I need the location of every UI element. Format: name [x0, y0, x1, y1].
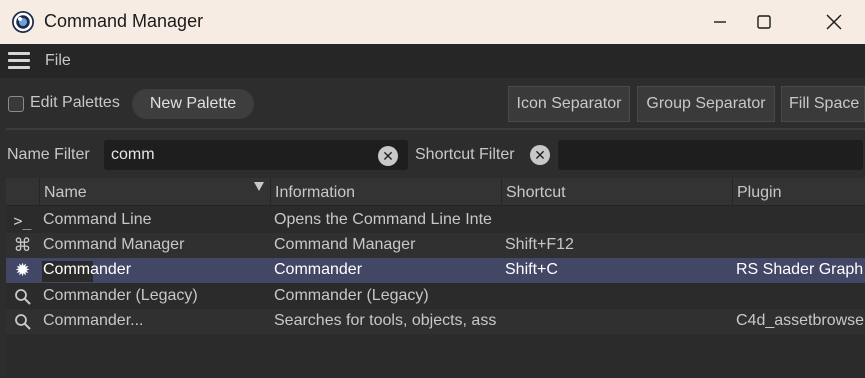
row-shortcut	[505, 284, 731, 309]
row-plugin	[736, 208, 865, 233]
icon-separator-button[interactable]: Icon Separator	[508, 86, 630, 122]
row-name: Command Manager	[43, 236, 185, 253]
shortcut-filter-label: Shortcut Filter	[415, 146, 515, 163]
column-header-plugin[interactable]: Plugin	[732, 178, 865, 206]
row-plugin	[736, 233, 865, 258]
sort-descending-icon	[254, 182, 264, 191]
row-shortcut	[505, 309, 731, 334]
toolbar-divider	[6, 128, 865, 130]
clear-icon[interactable]: ✕	[378, 146, 398, 166]
command-key-icon: ⌘	[13, 235, 32, 255]
row-shortcut	[505, 208, 731, 233]
fill-space-button[interactable]: Fill Space	[781, 86, 865, 122]
group-separator-button[interactable]: Group Separator	[637, 86, 775, 122]
cinema4d-icon	[11, 10, 35, 34]
row-name: Command Line	[43, 211, 152, 228]
row-information: Command Manager	[274, 236, 416, 253]
menu-bar	[0, 44, 865, 78]
column-header-name[interactable]: Name	[39, 178, 270, 206]
row-information: Commander	[274, 261, 363, 278]
minimize-icon	[714, 21, 726, 23]
name-filter-label: Name Filter	[7, 146, 90, 163]
row-information: Opens the Command Line Inte	[274, 211, 492, 228]
row-name: Commander (Legacy)	[43, 287, 198, 304]
row-shortcut: Shift+C	[505, 261, 558, 278]
row-shortcut: Shift+F12	[505, 236, 574, 253]
clear-icon[interactable]: ✕	[530, 145, 550, 165]
close-icon	[826, 14, 842, 30]
shortcut-filter-input[interactable]	[558, 140, 863, 170]
edit-palettes-checkbox[interactable]	[8, 96, 24, 112]
edit-palettes-label[interactable]: Edit Palettes	[30, 94, 120, 112]
maximize-button[interactable]	[737, 0, 791, 44]
window-title: Command Manager	[44, 11, 204, 31]
row-information: Commander (Legacy)	[274, 287, 429, 304]
name-filter-input[interactable]: comm	[104, 140, 408, 170]
command-line-icon: >_	[13, 211, 32, 230]
menu-file[interactable]: File	[45, 52, 71, 70]
row-name: Commander...	[43, 312, 144, 329]
search-icon	[6, 309, 39, 334]
maximize-icon	[757, 15, 771, 29]
row-plugin: C4d_assetbrowser	[736, 312, 865, 329]
row-name: Commander	[43, 261, 132, 278]
row-information: Searches for tools, objects, ass	[274, 312, 497, 329]
search-icon	[6, 284, 39, 309]
close-button[interactable]	[807, 0, 861, 44]
hamburger-icon[interactable]	[8, 52, 32, 70]
column-header-icon[interactable]	[6, 178, 39, 206]
column-header-information[interactable]: Information	[270, 178, 501, 206]
row-plugin: RS Shader Graph	[736, 261, 864, 278]
column-header-shortcut[interactable]: Shortcut	[501, 178, 732, 206]
row-plugin	[736, 284, 865, 309]
gear-icon: ✹	[14, 260, 31, 280]
new-palette-button[interactable]: New Palette	[132, 89, 254, 119]
